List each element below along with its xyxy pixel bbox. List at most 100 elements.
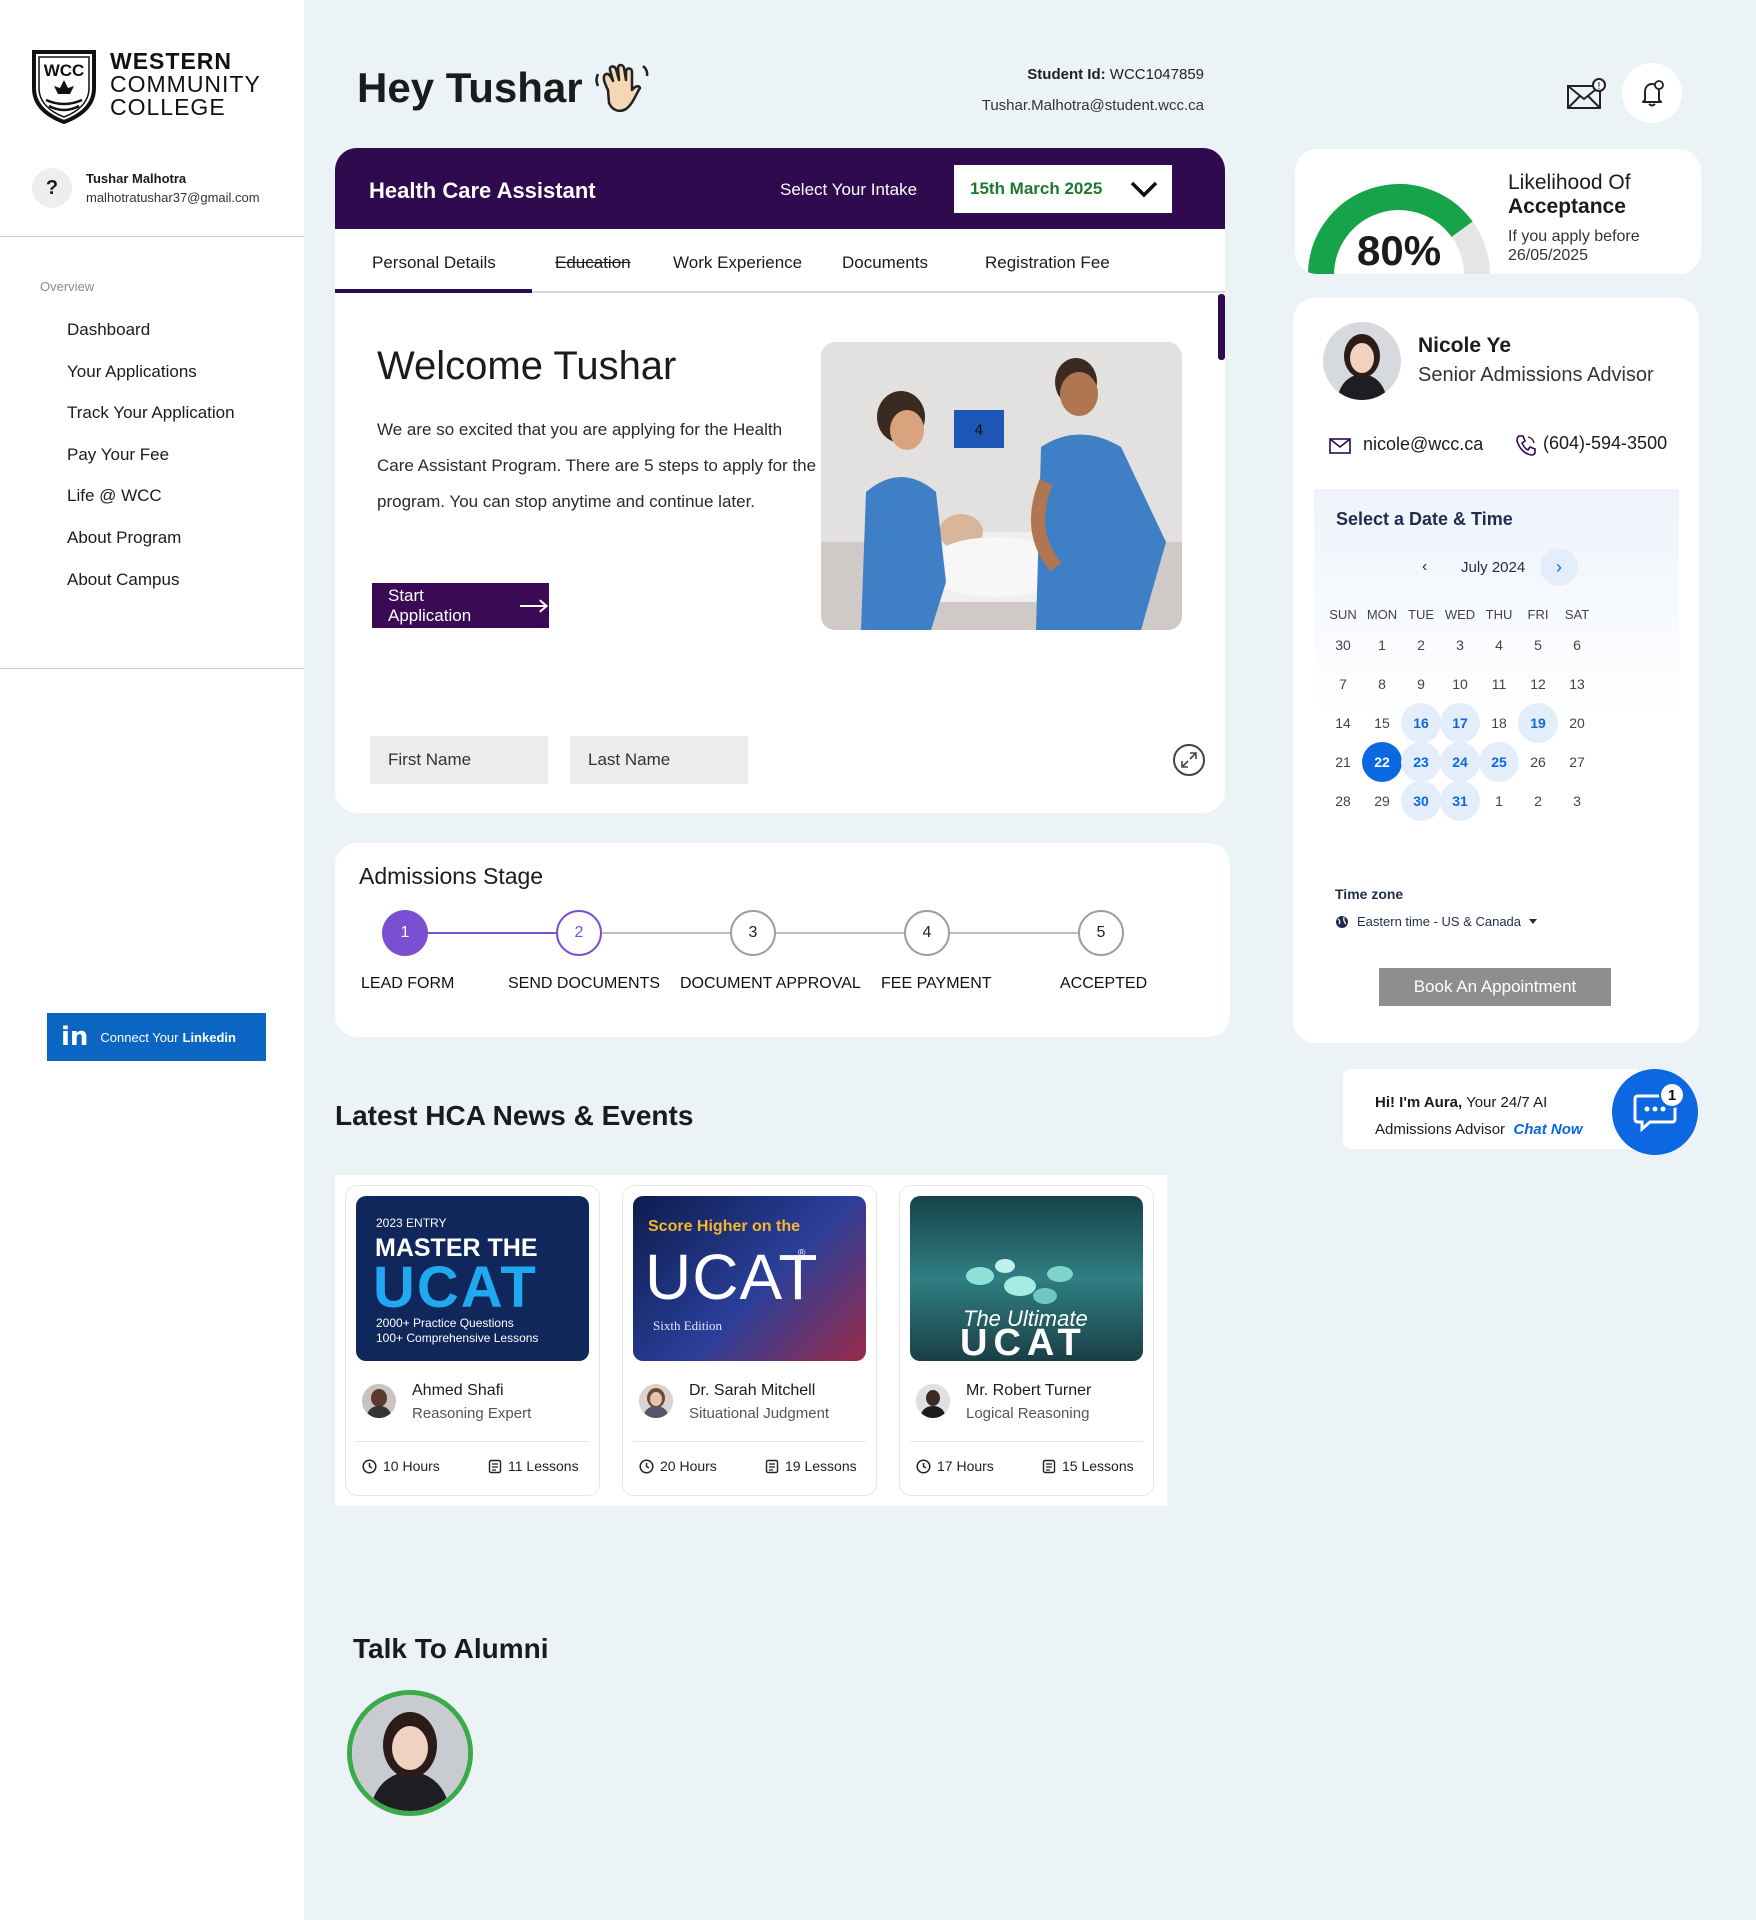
user-name: Tushar Malhotra [86, 171, 187, 186]
last-name-input[interactable]: Last Name [570, 736, 748, 784]
calendar-day[interactable]: 31 [1440, 781, 1480, 821]
news-card[interactable]: Score Higher on the UCAT ® Sixth Edition… [622, 1185, 877, 1496]
expand-icon [1181, 752, 1197, 768]
start-application-button[interactable]: Start Application [372, 583, 549, 628]
calendar-day: 18 [1491, 715, 1507, 731]
stage-step-5[interactable]: 5 [1078, 910, 1124, 956]
calendar-day: 4 [1495, 637, 1503, 653]
sidebar-item-track[interactable]: Track Your Application [67, 403, 235, 423]
calendar-day[interactable]: 23 [1401, 742, 1441, 782]
lessons-icon [488, 1459, 502, 1473]
sidebar-item-life[interactable]: Life @ WCC [67, 486, 162, 506]
alumni-avatar[interactable] [347, 1690, 473, 1816]
lessons-icon [765, 1459, 779, 1473]
course-lessons: 19 Lessons [765, 1458, 857, 1474]
course-hours: 20 Hours [639, 1458, 717, 1474]
calendar-day[interactable]: 25 [1479, 742, 1519, 782]
cover-text: UCAT [960, 1322, 1087, 1361]
course-hours: 17 Hours [916, 1458, 994, 1474]
aura-greeting-bold: Hi! I'm Aura, [1375, 1094, 1463, 1111]
course-lessons-value: 15 Lessons [1062, 1458, 1134, 1474]
calendar-day[interactable]: 24 [1440, 742, 1480, 782]
calendar-day: 26 [1530, 754, 1546, 770]
expand-button[interactable] [1173, 744, 1205, 776]
chat-now-link[interactable]: Chat Now [1513, 1121, 1582, 1138]
news-card[interactable]: The Ultimate UCAT Mr. Robert Turner Logi… [899, 1185, 1154, 1496]
sidebar: WCC WESTERN COMMUNITY COLLEGE ? Tushar M… [0, 0, 304, 1920]
sidebar-item-program[interactable]: About Program [67, 528, 181, 548]
content-scrollbar[interactable] [1218, 294, 1225, 360]
likelihood-title-line2: Acceptance [1508, 195, 1626, 218]
calendar-day: 15 [1374, 715, 1390, 731]
sidebar-item-dashboard[interactable]: Dashboard [67, 320, 150, 340]
tab-documents[interactable]: Documents [842, 253, 928, 273]
likelihood-deadline: If you apply before 26/05/2025 [1508, 227, 1640, 265]
welcome-title: Welcome Tushar [377, 344, 677, 388]
news-card[interactable]: 2023 ENTRY MASTER THE UCAT 2000+ Practic… [345, 1185, 600, 1496]
application-tabs: Personal Details Education Work Experien… [335, 229, 1225, 293]
course-hours: 10 Hours [362, 1458, 440, 1474]
calendar-day: 11 [1491, 676, 1507, 692]
tab-personal-details[interactable]: Personal Details [372, 253, 496, 273]
chevron-right-icon[interactable]: › [1540, 548, 1578, 586]
greeting: Hey Tushar [357, 64, 583, 111]
calendar-day: 8 [1378, 676, 1386, 692]
user-avatar[interactable]: ? [32, 168, 72, 208]
calendar-day[interactable]: 19 [1518, 703, 1558, 743]
calendar-day: 2 [1417, 637, 1425, 653]
advisor-role: Senior Admissions Advisor [1418, 364, 1654, 386]
college-name-line3: COLLEGE [110, 94, 226, 120]
stage-step-4[interactable]: 4 [904, 910, 950, 956]
intake-value: 15th March 2025 [970, 179, 1103, 198]
tab-work-experience[interactable]: Work Experience [673, 253, 802, 273]
program-title: Health Care Assistant [369, 178, 596, 203]
healthcare-training-photo: 4 [821, 342, 1182, 630]
connect-linkedin-button[interactable]: in Connect Your Linkedin [47, 1013, 266, 1061]
likelihood-title: Likelihood Of Acceptance [1508, 171, 1631, 219]
email-icon [1329, 438, 1351, 454]
calendar-day[interactable]: 17 [1440, 703, 1480, 743]
aura-line2: Admissions Advisor [1375, 1121, 1506, 1138]
weekday-mon: MON [1366, 607, 1398, 622]
intake-select[interactable]: 15th March 2025 [954, 165, 1172, 213]
stage-step-1[interactable]: 1 [382, 910, 428, 956]
tab-education[interactable]: Education [555, 253, 631, 273]
sidebar-item-campus[interactable]: About Campus [67, 570, 179, 590]
calendar-day-selected[interactable]: 22 [1362, 742, 1402, 782]
first-name-input[interactable]: First Name [370, 736, 548, 784]
calendar-day[interactable]: 16 [1401, 703, 1441, 743]
sidebar-item-pay-fee[interactable]: Pay Your Fee [67, 445, 169, 465]
bell-icon [1642, 80, 1664, 107]
sidebar-item-applications[interactable]: Your Applications [67, 362, 197, 382]
book-appointment-button[interactable]: Book An Appointment [1379, 968, 1611, 1006]
mail-notification-icon[interactable]: ! [1565, 76, 1607, 112]
chevron-left-icon[interactable]: ‹ [1422, 558, 1438, 575]
chat-button[interactable] [1612, 1069, 1698, 1155]
calendar-day: 13 [1569, 676, 1585, 692]
sidebar-divider [0, 668, 304, 669]
aura-chat-prompt: Hi! I'm Aura, Your 24/7 AI Admissions Ad… [1343, 1069, 1643, 1149]
calendar-day: 20 [1569, 715, 1585, 731]
nav-section-label: Overview [40, 279, 95, 294]
instructor-name: Dr. Sarah Mitchell [689, 1382, 816, 1399]
course-lessons: 11 Lessons [488, 1458, 579, 1474]
tab-registration-fee[interactable]: Registration Fee [985, 253, 1110, 273]
stage-step-3[interactable]: 3 [730, 910, 776, 956]
user-email: malhotratushar37@gmail.com [86, 190, 260, 205]
aura-text: Hi! I'm Aura, Your 24/7 AI Admissions Ad… [1375, 1089, 1583, 1143]
course-lessons: 15 Lessons [1042, 1458, 1134, 1474]
instructor-role: Situational Judgment [689, 1405, 830, 1422]
calendar-day[interactable]: 30 [1401, 781, 1441, 821]
timezone-select[interactable]: Eastern time - US & Canada [1335, 914, 1538, 929]
advisor-email[interactable]: nicole@wcc.ca [1363, 434, 1483, 455]
student-id: Student Id: WCC1047859 [1027, 66, 1204, 83]
weekday-tue: TUE [1408, 607, 1434, 622]
advisor-phone[interactable]: (604)-594-3500 [1543, 433, 1667, 454]
timezone-label: Time zone [1335, 886, 1404, 902]
student-email: Tushar.Malhotra@student.wcc.ca [981, 97, 1204, 114]
instructor-name: Mr. Robert Turner [966, 1382, 1092, 1399]
weekday-sat: SAT [1564, 607, 1590, 622]
instructor-avatar [362, 1384, 396, 1418]
notifications-button[interactable] [1622, 63, 1682, 123]
stage-step-2[interactable]: 2 [556, 910, 602, 956]
